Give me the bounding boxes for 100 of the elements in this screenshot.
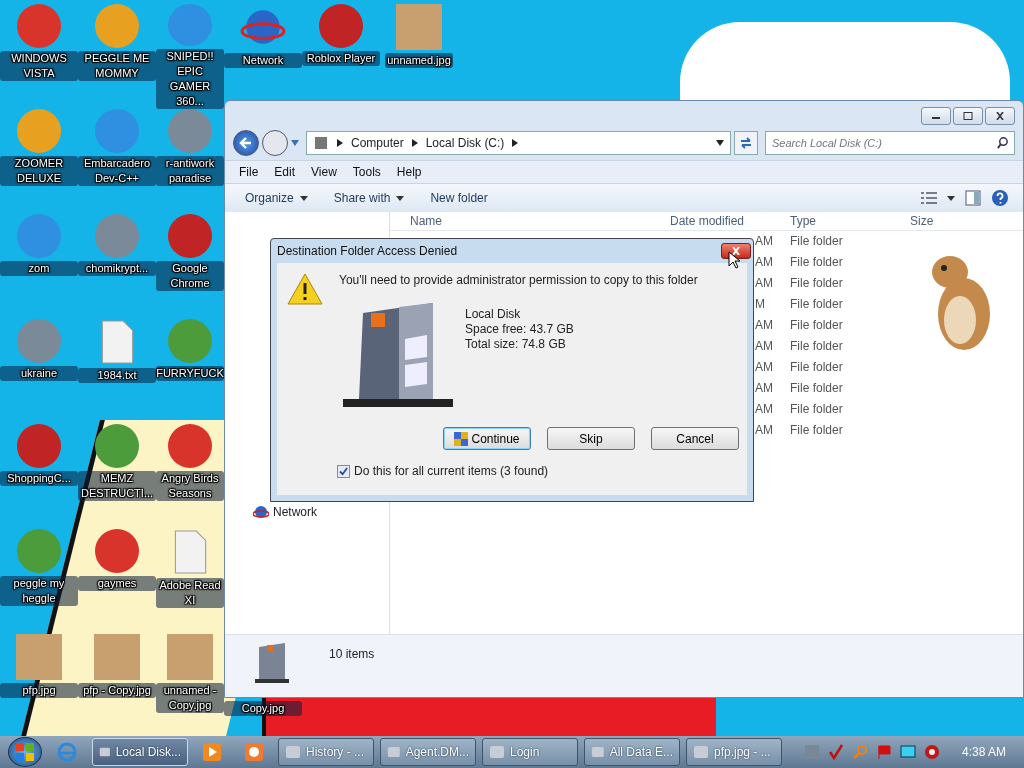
preview-pane-icon[interactable]: [965, 190, 981, 206]
clock[interactable]: 4:38 AM: [961, 745, 1006, 759]
desktop-icon-label[interactable]: Embarcadero Dev-C++: [78, 156, 156, 186]
desktop-icon-label[interactable]: ukraine: [0, 366, 78, 381]
table-cell: File folder: [790, 381, 843, 395]
maximize-button[interactable]: [953, 107, 983, 125]
desktop-icon-label[interactable]: Network: [224, 53, 302, 68]
toolbar-button[interactable]: Share with: [325, 188, 413, 208]
desktop-icon-label[interactable]: ShoppingC...: [0, 471, 78, 486]
column-header[interactable]: Name: [410, 214, 442, 228]
shield-icon: [454, 431, 469, 446]
column-header[interactable]: Size: [910, 214, 934, 228]
search-field[interactable]: Search Local Disk (C:): [765, 131, 1015, 155]
mouse-cursor-icon: [728, 251, 740, 269]
tray-check-icon[interactable]: [827, 744, 844, 760]
table-cell: File folder: [790, 318, 843, 332]
drive-info: Space free: 43.7 GB: [465, 322, 574, 337]
menu-item[interactable]: Edit: [266, 163, 304, 181]
speaker-icon[interactable]: [923, 744, 940, 760]
globe-icon: [253, 504, 269, 520]
breadcrumb-item[interactable]: Local Disk (C:): [425, 136, 505, 150]
menu-item[interactable]: Help: [388, 163, 430, 181]
menu-item[interactable]: View: [303, 163, 345, 181]
taskbar-button[interactable]: Local Disk...: [92, 738, 188, 766]
dialog-button[interactable]: Cancel: [651, 427, 739, 450]
address-bar[interactable]: Computer Local Disk (C:): [306, 131, 731, 155]
browser-icon[interactable]: [56, 741, 78, 763]
desktop-icon-label[interactable]: chomikrypt...: [78, 261, 156, 276]
windows-logo-icon: [15, 742, 35, 762]
table-cell: File folder: [790, 402, 843, 416]
back-arrow-icon: [239, 136, 253, 150]
desktop-icon-label[interactable]: Copy.jpg: [224, 701, 302, 716]
table-cell: File folder: [790, 297, 843, 311]
drive-icon: [313, 135, 329, 151]
play-icon[interactable]: [202, 742, 222, 762]
help-icon[interactable]: [991, 189, 1009, 207]
chevron-icon[interactable]: [512, 139, 519, 147]
desktop-icon-label[interactable]: PEGGLE ME MOMMY: [78, 51, 156, 81]
desktop-icon-label[interactable]: ZOOMER DELUXE: [0, 156, 78, 186]
table-cell: File folder: [790, 423, 843, 437]
start-button[interactable]: [8, 737, 42, 767]
close-button[interactable]: [721, 243, 751, 259]
window-icon: [591, 744, 605, 760]
close-button[interactable]: [985, 107, 1015, 125]
caret-icon: [396, 195, 405, 201]
nav-item[interactable]: Network: [273, 505, 317, 519]
desktop-icon-label[interactable]: SNIPED!! EPIC GAMER 360...: [156, 49, 224, 109]
dialog-button[interactable]: Continue: [443, 427, 531, 450]
desktop-icon-label[interactable]: gaymes: [78, 576, 156, 591]
back-button[interactable]: [233, 130, 259, 156]
desktop-icon-label[interactable]: WINDOWS VISTA: [0, 51, 78, 81]
desktop-icon-label[interactable]: Google Chrome: [156, 261, 224, 291]
dialog-button[interactable]: Skip: [547, 427, 635, 450]
close-icon: [994, 112, 1006, 120]
checkbox[interactable]: [337, 464, 350, 478]
desktop-icon-label[interactable]: Angry Birds Seasons: [156, 471, 224, 501]
desktop-icon-label[interactable]: unnamed - Copy.jpg: [156, 683, 224, 713]
magnifier-icon[interactable]: [851, 744, 868, 760]
table-cell: File folder: [790, 255, 843, 269]
desktop-icon-label[interactable]: unnamed.jpg: [385, 53, 453, 68]
menu-item[interactable]: File: [231, 163, 267, 181]
checkbox-label[interactable]: Do this for all current items (3 found): [354, 464, 549, 478]
dialog-title: Destination Folder Access Denied: [277, 244, 458, 258]
desktop-icon-label[interactable]: peggle my heggle: [0, 576, 78, 606]
chevron-icon[interactable]: [337, 139, 343, 147]
desktop-icon-label[interactable]: zom: [0, 261, 78, 276]
table-cell: File folder: [790, 339, 843, 353]
forward-button[interactable]: [262, 130, 288, 156]
breadcrumb-item[interactable]: Computer: [351, 136, 404, 150]
close-icon: [731, 247, 741, 255]
maximize-icon: [962, 112, 974, 120]
desktop-icon-label[interactable]: Adobe Read XI: [156, 578, 224, 608]
monitor-icon[interactable]: [899, 744, 916, 760]
chevron-icon[interactable]: [411, 139, 418, 147]
refresh-icon: [739, 136, 753, 150]
column-header[interactable]: Date modified: [670, 214, 745, 228]
refresh-button[interactable]: [734, 131, 758, 155]
table-cell: AM: [755, 234, 773, 248]
desktop-icon-label[interactable]: pfp - Copy.jpg: [78, 683, 156, 698]
desktop-icon-label[interactable]: r-antiwork paradise: [156, 156, 224, 186]
desktop-icon-label[interactable]: Roblox Player: [302, 51, 380, 66]
flag-icon[interactable]: [875, 744, 892, 760]
view-list-icon[interactable]: [921, 192, 937, 204]
window-icon: [285, 744, 301, 760]
table-cell: AM: [755, 423, 773, 437]
search-icon: [996, 136, 1009, 149]
caret-icon[interactable]: [947, 195, 955, 201]
tray-app-icon[interactable]: [803, 744, 820, 760]
window-icon: [387, 744, 401, 760]
minimize-button[interactable]: [921, 107, 951, 125]
toolbar-button[interactable]: New folder: [422, 188, 496, 208]
table-cell: AM: [755, 276, 773, 290]
menu-item[interactable]: Tools: [344, 163, 389, 181]
toolbar-button[interactable]: Organize: [237, 188, 316, 208]
table-cell: AM: [755, 381, 773, 395]
column-header[interactable]: Type: [790, 214, 816, 228]
checkmark-icon: [339, 466, 348, 476]
caret-icon[interactable]: [716, 140, 724, 146]
desktop-icon-label[interactable]: 1984.txt: [78, 368, 156, 383]
table-cell: AM: [755, 255, 773, 269]
